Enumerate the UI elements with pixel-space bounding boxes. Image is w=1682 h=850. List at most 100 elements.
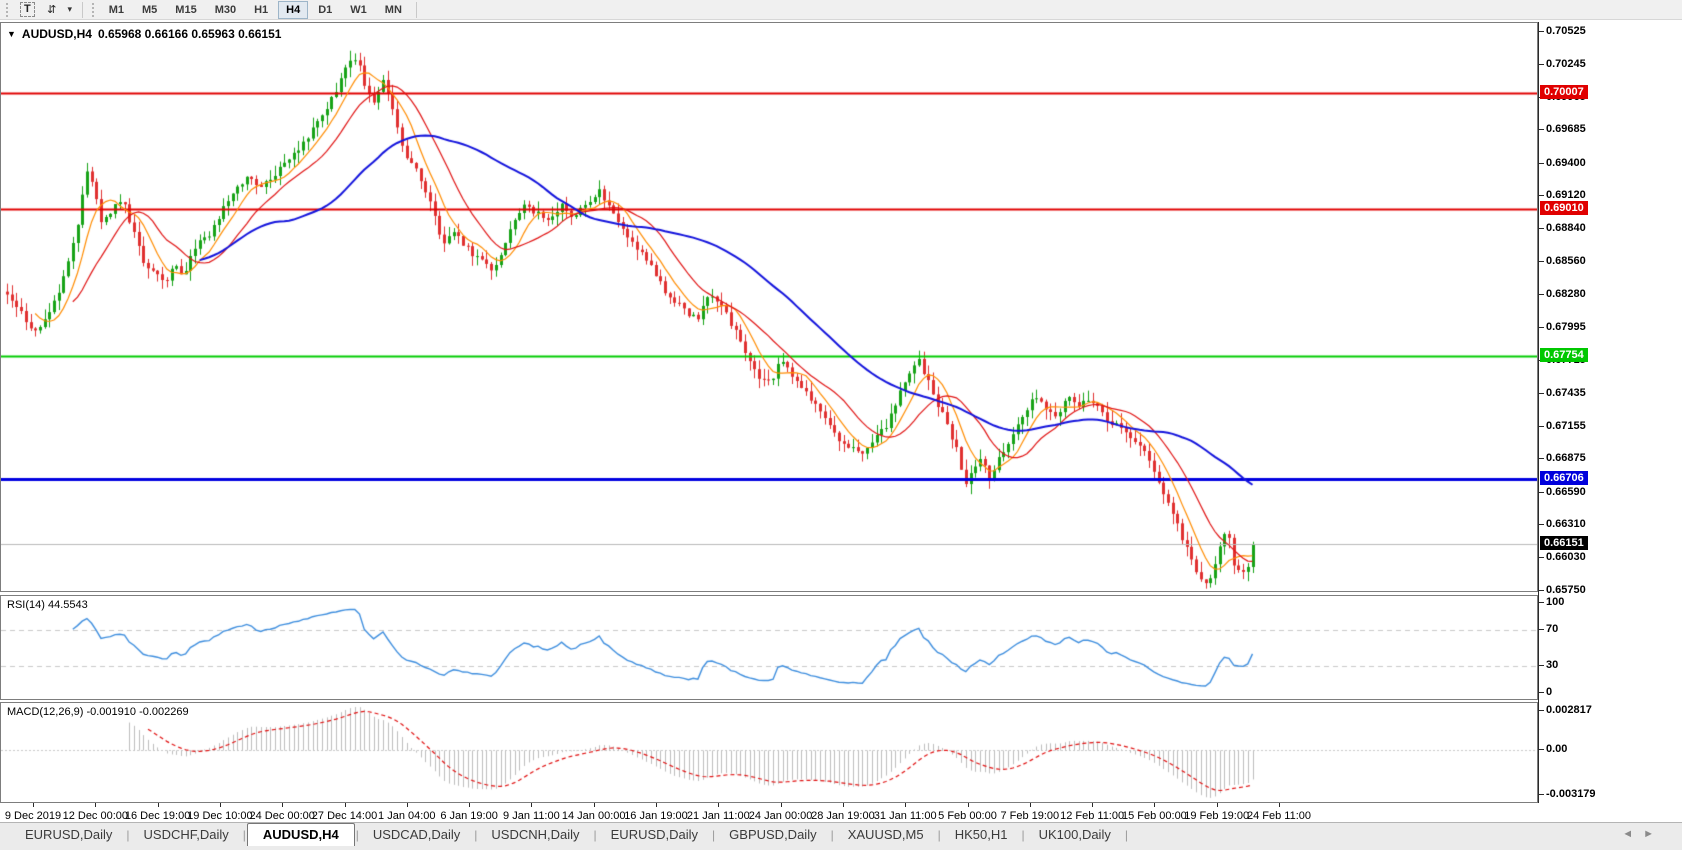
- price-line-tag: 0.66151: [1540, 536, 1588, 550]
- collapse-triangle-icon[interactable]: ▼: [7, 29, 16, 39]
- timeframe-button-h4[interactable]: H4: [278, 1, 308, 19]
- timeframe-button-d1[interactable]: D1: [310, 1, 340, 19]
- price-tick-label: 0.68560: [1546, 255, 1636, 268]
- chart-tab-gbpusd-daily[interactable]: GBPUSD,Daily: [716, 824, 829, 846]
- time-tick-label: 12 Feb 11:00: [1060, 810, 1124, 822]
- rsi-tick-mark: [1539, 629, 1544, 630]
- price-tick-label: 0.67155: [1546, 420, 1636, 433]
- chart-tab-eurusd-daily[interactable]: EURUSD,Daily: [12, 824, 125, 846]
- chart-tab-uk100-daily[interactable]: UK100,Daily: [1026, 824, 1124, 846]
- price-line-tag: 0.70007: [1540, 85, 1588, 99]
- mt4-window: T ⇵ ▾ M1M5M15M30H1H4D1W1MN ▼ AUDUSD,H4 0…: [0, 0, 1682, 850]
- chart-tab-xauusd-m5[interactable]: XAUUSD,M5: [835, 824, 937, 846]
- price-chart-canvas[interactable]: [1, 23, 1537, 591]
- price-tick-label: 0.70245: [1546, 58, 1636, 71]
- time-tick-label: 9 Dec 2019: [5, 810, 61, 822]
- price-line-tag: 0.67754: [1540, 348, 1588, 362]
- price-tick-mark: [1539, 294, 1544, 295]
- chart-tab-hk50-h1[interactable]: HK50,H1: [942, 824, 1021, 846]
- timeframe-button-m1[interactable]: M1: [101, 1, 132, 19]
- arrows-dropdown-caret[interactable]: ▾: [64, 1, 76, 19]
- time-tick-label: 19 Dec 10:00: [187, 810, 252, 822]
- time-tick-mark: [158, 803, 159, 807]
- price-tick-mark: [1539, 590, 1544, 591]
- timeframe-button-m30[interactable]: M30: [207, 1, 244, 19]
- rsi-tick-label: 30: [1546, 659, 1636, 672]
- time-tick-mark: [220, 803, 221, 807]
- symbol-timeframe-label: AUDUSD,H4: [22, 27, 92, 41]
- rsi-tick-label: 100: [1546, 596, 1636, 609]
- time-tick-mark: [718, 803, 719, 807]
- status-strip: [0, 846, 1682, 850]
- price-tick-mark: [1539, 195, 1544, 196]
- timeframe-button-m15[interactable]: M15: [167, 1, 204, 19]
- price-tick-mark: [1539, 163, 1544, 164]
- timeframe-button-m5[interactable]: M5: [134, 1, 165, 19]
- rsi-tick-label: 0: [1546, 686, 1636, 699]
- price-tick-label: 0.70525: [1546, 25, 1636, 38]
- macd-tick-label: 0.00: [1546, 743, 1636, 756]
- price-tick-label: 0.67995: [1546, 321, 1636, 334]
- timeframe-button-mn[interactable]: MN: [377, 1, 410, 19]
- chart-tab-bar: EURUSD,Daily|USDCHF,Daily|AUDUSD,H4|USDC…: [0, 822, 1682, 846]
- swap-arrows-icon: ⇵: [47, 3, 56, 16]
- price-tick-label: 0.69400: [1546, 157, 1636, 170]
- macd-tick-label: 0.002817: [1546, 704, 1636, 717]
- time-tick-label: 19 Feb 19:00: [1184, 810, 1249, 822]
- arrows-tool-button[interactable]: ⇵: [42, 1, 62, 19]
- price-axis-line: [1538, 22, 1539, 803]
- macd-tick-mark: [1539, 710, 1544, 711]
- time-tick-mark: [407, 803, 408, 807]
- price-tick-mark: [1539, 327, 1544, 328]
- time-tick-mark: [656, 803, 657, 807]
- macd-tick-mark: [1539, 749, 1544, 750]
- tab-scroll-left-icon[interactable]: ◄: [1622, 828, 1633, 840]
- price-tick-label: 0.69685: [1546, 123, 1636, 136]
- price-tick-mark: [1539, 524, 1544, 525]
- time-tick-label: 24 Feb 11:00: [1247, 810, 1311, 822]
- main-chart-panel: ▼ AUDUSD,H4 0.65968 0.66166 0.65963 0.66…: [0, 22, 1538, 592]
- time-tick-label: 16 Dec 19:00: [125, 810, 190, 822]
- price-tick-mark: [1539, 492, 1544, 493]
- time-tick-mark: [33, 803, 34, 807]
- time-tick-mark: [95, 803, 96, 807]
- price-tick-mark: [1539, 228, 1544, 229]
- chart-tab-audusd-h4[interactable]: AUDUSD,H4: [247, 823, 355, 847]
- chart-tab-usdchf-daily[interactable]: USDCHF,Daily: [131, 824, 242, 846]
- time-tick-label: 14 Jan 00:00: [562, 810, 626, 822]
- toolbar-grip[interactable]: [6, 3, 10, 17]
- time-tick-mark: [1217, 803, 1218, 807]
- time-tick-label: 31 Jan 11:00: [874, 810, 937, 822]
- time-tick-mark: [469, 803, 470, 807]
- rsi-canvas[interactable]: [1, 596, 1537, 699]
- time-tick-label: 16 Jan 19:00: [624, 810, 688, 822]
- text-tool-icon: T: [20, 2, 35, 17]
- timeframe-button-h1[interactable]: H1: [246, 1, 276, 19]
- rsi-panel: RSI(14) 44.5543: [0, 595, 1538, 700]
- price-tick-label: 0.68840: [1546, 222, 1636, 235]
- price-tick-mark: [1539, 261, 1544, 262]
- price-tick-label: 0.66310: [1546, 518, 1636, 531]
- price-tick-label: 0.66590: [1546, 486, 1636, 499]
- price-tick-mark: [1539, 64, 1544, 65]
- price-tick-label: 0.68280: [1546, 288, 1636, 301]
- macd-canvas[interactable]: [1, 703, 1537, 802]
- tab-scroll-right-icon[interactable]: ►: [1643, 828, 1654, 840]
- rsi-tick-mark: [1539, 602, 1544, 603]
- chart-tab-usdcnh-daily[interactable]: USDCNH,Daily: [478, 824, 592, 846]
- timeframe-grip[interactable]: [92, 3, 96, 17]
- chart-tab-usdcad-daily[interactable]: USDCAD,Daily: [360, 824, 473, 846]
- price-tick-mark: [1539, 458, 1544, 459]
- time-tick-label: 24 Jan 00:00: [749, 810, 813, 822]
- time-tick-mark: [531, 803, 532, 807]
- chart-tab-eurusd-daily[interactable]: EURUSD,Daily: [598, 824, 711, 846]
- rsi-tick-label: 70: [1546, 623, 1636, 636]
- rsi-tick-mark: [1539, 692, 1544, 693]
- timeframe-button-w1[interactable]: W1: [342, 1, 375, 19]
- toolbar-separator-2: [416, 2, 417, 18]
- time-tick-mark: [1154, 803, 1155, 807]
- rsi-label: RSI(14) 44.5543: [7, 599, 88, 611]
- text-label-tool-button[interactable]: T: [15, 1, 40, 19]
- time-tick-label: 12 Dec 00:00: [63, 810, 128, 822]
- time-axis[interactable]: 9 Dec 201912 Dec 00:0016 Dec 19:0019 Dec…: [0, 803, 1538, 822]
